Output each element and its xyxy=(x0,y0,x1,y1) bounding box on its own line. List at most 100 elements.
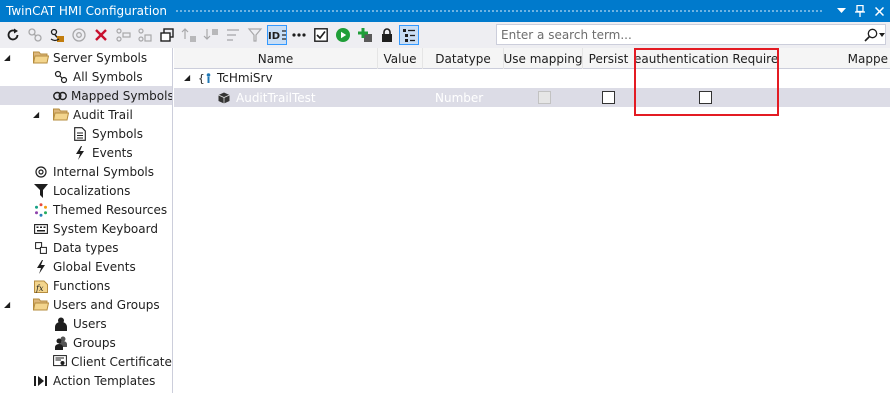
column-header-mapped[interactable]: Mappe xyxy=(778,48,890,69)
symbols-icon xyxy=(53,69,69,85)
tree-item-audit-trail[interactable]: ◢ Audit Trail xyxy=(0,105,172,124)
copy-button[interactable] xyxy=(135,25,155,45)
collapse-arrow-icon[interactable]: ◢ xyxy=(4,300,14,309)
search-input[interactable] xyxy=(497,27,863,42)
folder-open-icon xyxy=(33,297,49,313)
use-mapping-checkbox[interactable] xyxy=(538,88,551,107)
search-dropdown-icon xyxy=(878,32,885,37)
collapse-arrow-icon[interactable]: ◢ xyxy=(4,53,14,62)
tree-item-label: Localizations xyxy=(53,183,131,198)
copy-icon xyxy=(138,28,152,42)
toolbar: ID xyxy=(0,22,890,48)
close-button[interactable] xyxy=(871,2,887,20)
id-view-button[interactable]: ID xyxy=(267,25,287,45)
column-header-datatype[interactable]: Datatype xyxy=(423,48,504,69)
row-name[interactable]: AuditTrailTest xyxy=(236,88,316,107)
keyboard-icon xyxy=(33,221,49,237)
move-down-button[interactable] xyxy=(201,25,221,45)
lightning-icon xyxy=(33,259,49,275)
tree-item-server-symbols[interactable]: ◢ Server Symbols xyxy=(0,48,172,67)
duplicate-icon xyxy=(160,28,174,42)
list-view-button[interactable] xyxy=(399,25,419,45)
ellipsis-icon xyxy=(292,33,306,37)
play-icon xyxy=(336,28,350,42)
collapse-arrow-icon[interactable]: ◢ xyxy=(184,68,190,87)
tree-item-global-events[interactable]: Global Events xyxy=(0,257,172,276)
cut-icon xyxy=(116,28,131,42)
tree-item-all-symbols[interactable]: All Symbols xyxy=(0,67,172,86)
tree-item-label: Functions xyxy=(53,278,111,293)
tree-item-internal-symbols[interactable]: Internal Symbols xyxy=(0,162,172,181)
refresh-icon xyxy=(7,28,19,41)
tree-item-localizations[interactable]: Localizations xyxy=(0,181,172,200)
column-header-value[interactable]: Value xyxy=(378,48,423,69)
table-row-group[interactable]: ◢ { TcHmiSrv xyxy=(174,68,890,87)
plus-green-icon xyxy=(358,28,372,42)
tree-item-data-types[interactable]: Data types xyxy=(0,238,172,257)
add-item-button[interactable] xyxy=(355,25,375,45)
tree-item-label: Internal Symbols xyxy=(53,164,155,179)
persist-checkbox[interactable] xyxy=(602,88,615,107)
annotation-highlight-box xyxy=(634,48,779,116)
id-icon: ID xyxy=(268,30,286,42)
tree-item-label: Audit Trail xyxy=(73,107,133,122)
add-symbol-button[interactable] xyxy=(25,25,45,45)
tree-item-action-templates[interactable]: Action Templates xyxy=(0,371,172,390)
tree-item-functions[interactable]: fx Functions xyxy=(0,276,172,295)
tree-item-events[interactable]: Events xyxy=(0,143,172,162)
tree-item-label: System Keyboard xyxy=(53,221,158,236)
table-row[interactable]: AuditTrailTest Number xyxy=(174,88,890,107)
tree-item-users-and-groups[interactable]: ◢ Users and Groups xyxy=(0,295,172,314)
tree-item-label: Action Templates xyxy=(53,373,156,388)
refresh-button[interactable] xyxy=(3,25,23,45)
column-header-persist[interactable]: Persist xyxy=(583,48,635,69)
column-header-name[interactable]: Name xyxy=(174,48,378,69)
duplicate-button[interactable] xyxy=(157,25,177,45)
list-icon xyxy=(403,29,415,42)
move-up-button[interactable] xyxy=(179,25,199,45)
user-icon xyxy=(53,316,69,332)
tree-item-audit-symbols[interactable]: Symbols xyxy=(0,124,172,143)
filter-icon xyxy=(247,28,263,42)
tree-item-label: Client Certificates xyxy=(71,354,173,369)
datatype-icon xyxy=(33,240,49,256)
map-symbol-button[interactable] xyxy=(47,25,67,45)
tree-item-system-keyboard[interactable]: System Keyboard xyxy=(0,219,172,238)
tree-item-themed-resources[interactable]: Themed Resources xyxy=(0,200,172,219)
tree-item-client-certificates[interactable]: Client Certificates xyxy=(0,352,173,371)
lock-button[interactable] xyxy=(377,25,397,45)
window-position-button[interactable] xyxy=(833,2,849,20)
move-up-icon xyxy=(181,28,196,42)
search-box xyxy=(496,24,886,45)
folder-open-icon xyxy=(33,50,49,66)
tree-item-label: Data types xyxy=(53,240,119,255)
filter-button[interactable] xyxy=(245,25,265,45)
lock-icon xyxy=(382,28,392,42)
search-button[interactable] xyxy=(863,28,885,42)
cut-button[interactable] xyxy=(113,25,133,45)
tool-window-titlebar: TwinCAT HMI Configuration xyxy=(0,0,890,22)
delete-button[interactable] xyxy=(91,25,111,45)
function-icon: fx xyxy=(33,278,49,294)
internal-symbol-button[interactable] xyxy=(69,25,89,45)
grid-header: Name Value Datatype Use mapping Persist … xyxy=(174,48,890,69)
tree-item-users[interactable]: Users xyxy=(0,314,172,333)
svg-text:fx: fx xyxy=(35,284,44,293)
delete-x-icon xyxy=(95,29,107,41)
collapse-arrow-icon[interactable]: ◢ xyxy=(33,110,43,119)
pin-button[interactable] xyxy=(852,2,868,20)
more-button[interactable] xyxy=(289,25,309,45)
symbol-add-icon xyxy=(28,28,42,42)
check-button[interactable] xyxy=(311,25,331,45)
tree-item-groups[interactable]: Groups xyxy=(0,333,172,352)
tree-item-mapped-symbols[interactable]: Mapped Symbols xyxy=(0,86,172,105)
document-icon xyxy=(72,126,88,142)
lightning-icon xyxy=(72,145,88,161)
run-button[interactable] xyxy=(333,25,353,45)
tree-item-label: Events xyxy=(92,145,133,160)
row-datatype[interactable]: Number xyxy=(435,88,483,107)
sort-button[interactable] xyxy=(223,25,243,45)
column-header-use-mapping[interactable]: Use mapping xyxy=(504,48,583,69)
titlebar-grip[interactable] xyxy=(175,8,823,14)
tree-item-label: Themed Resources xyxy=(53,202,168,217)
